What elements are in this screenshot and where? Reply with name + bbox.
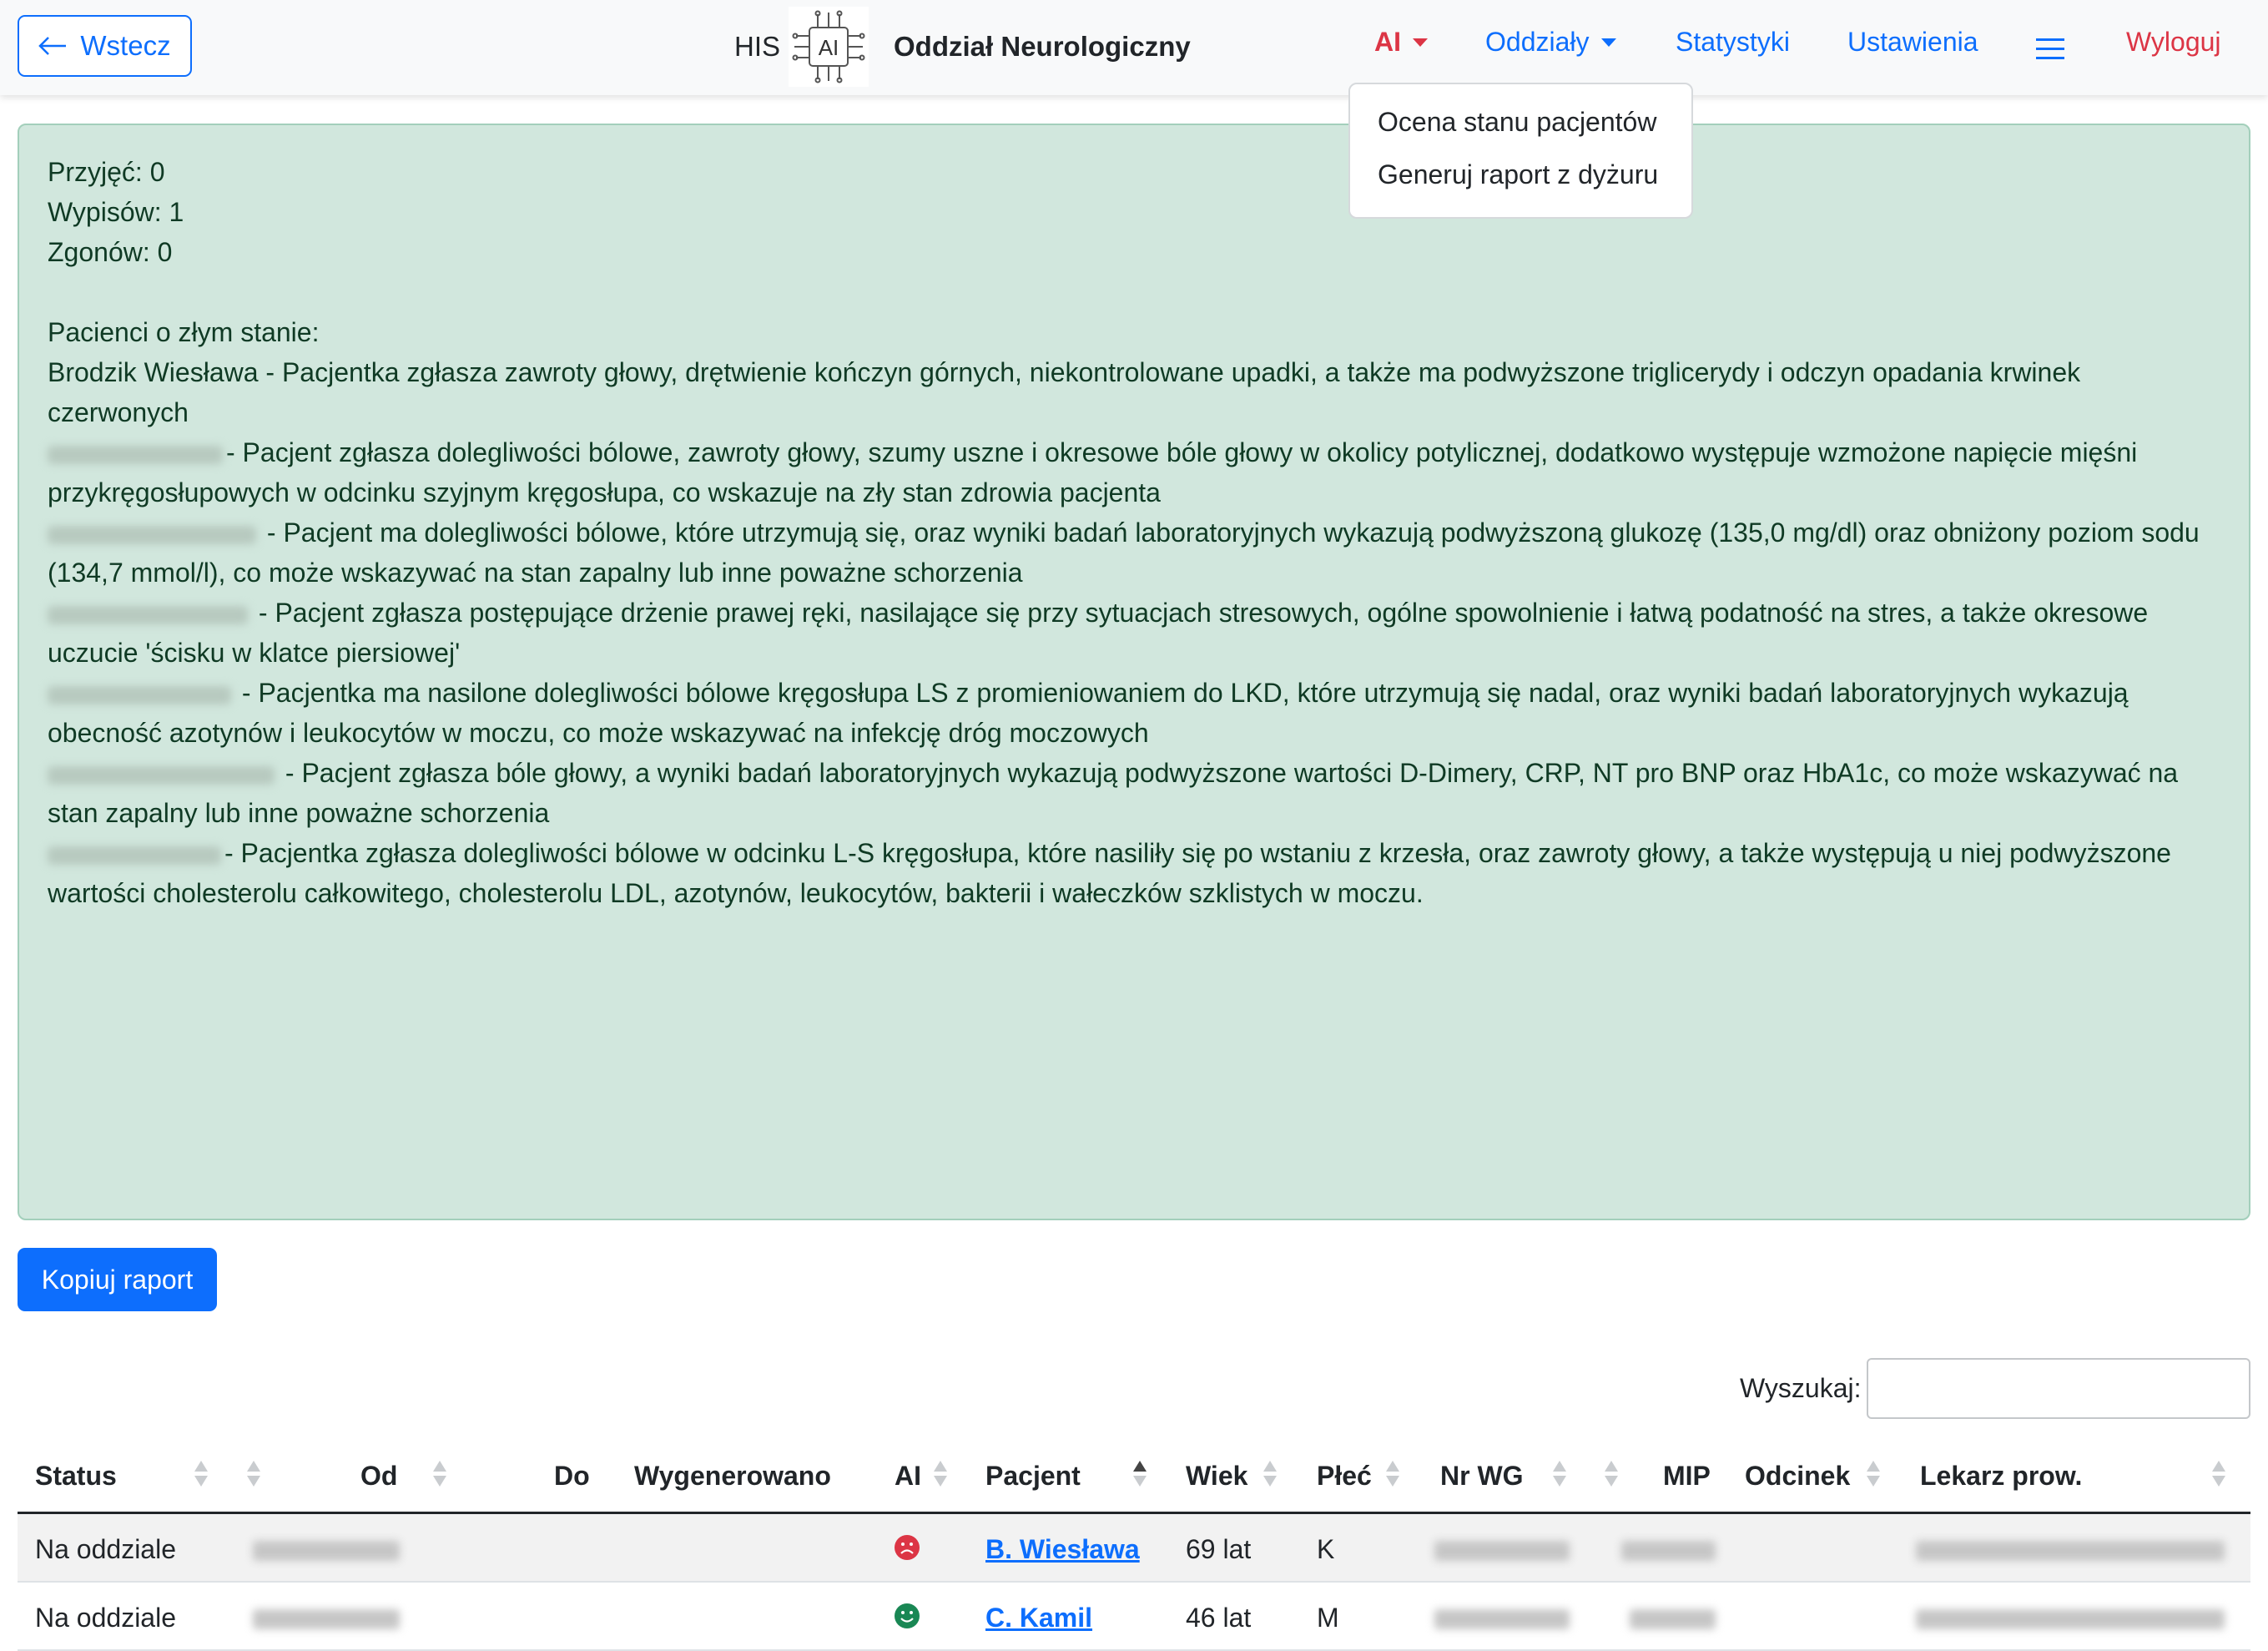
sort-icon[interactable] (1553, 1459, 1566, 1492)
sort-icon[interactable] (1605, 1459, 1618, 1492)
menu-item-generuj-raport[interactable]: Generuj raport z dyżuru (1350, 149, 1691, 201)
cell-sex: K (1317, 1534, 1335, 1564)
nav-oddzialy-label: Oddziały (1485, 27, 1590, 57)
menu-item-ocena-stanu[interactable]: Ocena stanu pacjentów (1350, 96, 1691, 149)
copy-report-button[interactable]: Kopiuj raport (18, 1248, 217, 1311)
th-wygenerowano[interactable]: Wygenerowano (634, 1461, 831, 1492)
logo-text: AI (819, 35, 839, 60)
cell-status: Na oddziale (35, 1603, 176, 1633)
sort-icon[interactable] (1867, 1459, 1880, 1492)
th-ai[interactable]: AI (895, 1461, 921, 1492)
redacted-name (48, 846, 221, 865)
sort-icon[interactable] (433, 1459, 446, 1492)
nav-ai-label: AI (1374, 27, 1401, 57)
th-status[interactable]: Status (35, 1461, 117, 1492)
nav-ustawienia[interactable]: Ustawienia (1847, 27, 1978, 58)
table-header: Status Od Do Wygenerowano AI Pacjent Wie… (18, 1442, 2250, 1514)
brand: HIS AI Oddział Neurologiczny (734, 7, 1191, 87)
table-row[interactable]: Na oddziale C. Kamil 46 lat M (18, 1583, 2250, 1651)
nav-statystyki[interactable]: Statystyki (1676, 27, 1790, 58)
caret-down-icon (1600, 38, 1616, 47)
search-input[interactable] (1867, 1358, 2250, 1419)
sort-icon[interactable] (194, 1459, 208, 1492)
report-entry: - Pacjent ma dolegliwości bólowe, które … (48, 518, 2200, 588)
redacted-mip (1621, 1541, 1716, 1561)
back-button[interactable]: Wstecz (18, 15, 192, 77)
his-label: HIS (734, 31, 781, 62)
th-mip[interactable]: MIP (1663, 1461, 1711, 1492)
search-label: Wyszukaj: (1740, 1373, 1862, 1403)
th-lekarz[interactable]: Lekarz prow. (1920, 1461, 2082, 1492)
sort-icon[interactable] (934, 1459, 947, 1492)
redacted-nr-wg (1434, 1541, 1570, 1561)
report-entry: - Pacjent zgłasza postępujące drżenie pr… (48, 598, 2149, 668)
caret-down-icon (1413, 38, 1428, 47)
redacted-name (48, 765, 275, 785)
th-wiek[interactable]: Wiek (1186, 1461, 1247, 1492)
navbar: Wstecz HIS AI Oddział Neurologiczny AI O… (0, 0, 2268, 95)
redacted-name (48, 605, 248, 624)
report-entry: - Pacjent zgłasza dolegliwości bólowe, z… (48, 437, 2138, 507)
th-od[interactable]: Od (360, 1461, 397, 1492)
cell-age: 69 lat (1186, 1534, 1252, 1564)
th-pacjent[interactable]: Pacjent (985, 1461, 1081, 1492)
report-discharges: Wypisów: 1 (48, 197, 184, 227)
sad-face-icon (895, 1535, 920, 1560)
patient-link[interactable]: C. Kamil (985, 1603, 1092, 1633)
report-entry: Brodzik Wiesława - Pacjentka zgłasza zaw… (48, 357, 2081, 427)
th-do[interactable]: Do (554, 1461, 590, 1492)
hamburger-icon[interactable] (2036, 32, 2064, 66)
ai-dropdown-menu: Ocena stanu pacjentów Generuj raport z d… (1348, 83, 1693, 219)
report-entry: - Pacjentka ma nasilone dolegliwości ból… (48, 678, 2129, 748)
arrow-left-icon (38, 37, 67, 55)
cell-age: 46 lat (1186, 1603, 1252, 1633)
cell-sex: M (1317, 1603, 1339, 1633)
th-plec[interactable]: Płeć (1317, 1461, 1372, 1492)
redacted-mip (1630, 1609, 1716, 1629)
redacted-name (48, 445, 223, 464)
shift-report: Przyjęć: 0 Wypisów: 1 Zgonów: 0 Pacienci… (18, 124, 2250, 1220)
report-deaths: Zgonów: 0 (48, 237, 173, 267)
nav-oddzialy-dropdown[interactable]: Oddziały (1485, 27, 1616, 58)
sort-icon[interactable] (1263, 1459, 1277, 1492)
cell-status: Na oddziale (35, 1534, 176, 1564)
th-nr-wg[interactable]: Nr WG (1440, 1461, 1524, 1492)
report-heading: Pacienci o złym stanie: (48, 317, 320, 347)
table-row[interactable]: Na oddziale B. Wiesława 69 lat K (18, 1514, 2250, 1583)
redacted-name (48, 525, 256, 544)
redacted-nr-wg (1434, 1609, 1570, 1629)
report-admissions: Przyjęć: 0 (48, 157, 165, 187)
ai-chip-logo: AI (789, 7, 869, 87)
department-title: Oddział Neurologiczny (894, 31, 1191, 62)
redacted-date (253, 1609, 400, 1629)
th-odcinek[interactable]: Odcinek (1745, 1461, 1850, 1492)
nav-ai-dropdown[interactable]: AI (1374, 27, 1428, 58)
report-entry: - Pacjent zgłasza bóle głowy, a wyniki b… (48, 758, 2179, 828)
patient-link[interactable]: B. Wiesława (985, 1534, 1140, 1565)
report-entry: - Pacjentka zgłasza dolegliwości bólowe … (48, 838, 2171, 908)
redacted-date (253, 1541, 400, 1561)
sort-icon[interactable] (247, 1459, 260, 1492)
happy-face-icon (895, 1603, 920, 1628)
redacted-name (48, 685, 231, 704)
sort-icon[interactable] (2212, 1459, 2225, 1492)
redacted-doctor (1916, 1609, 2225, 1629)
sort-icon[interactable] (1386, 1459, 1399, 1492)
redacted-doctor (1916, 1541, 2225, 1561)
sort-asc-icon[interactable] (1133, 1459, 1147, 1492)
nav-wyloguj[interactable]: Wyloguj (2126, 27, 2221, 58)
back-label: Wstecz (80, 30, 171, 61)
